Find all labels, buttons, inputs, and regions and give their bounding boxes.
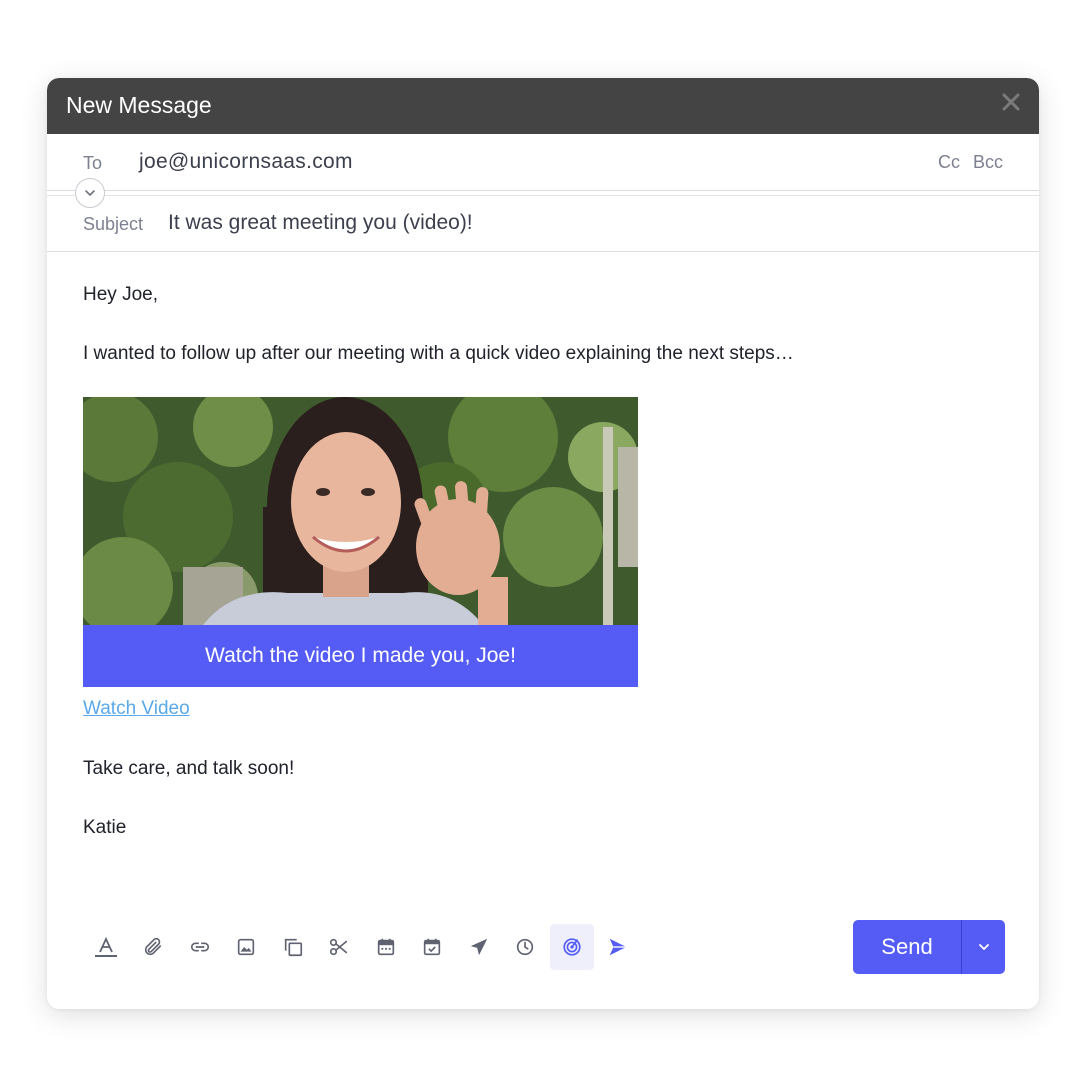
closing-text: Take care, and talk soon! — [83, 758, 295, 779]
subject-field[interactable]: It was great meeting you (video)! — [168, 211, 473, 235]
tracking-icon[interactable] — [550, 924, 594, 970]
send-options-chevron-icon[interactable] — [962, 920, 1005, 974]
brand-app-icon[interactable] — [596, 924, 640, 970]
to-field[interactable]: joe@unicornsaas.com — [139, 150, 353, 174]
cc-bcc: Cc Bcc — [930, 152, 1003, 173]
body-paragraph: I wanted to follow up after our meeting … — [83, 343, 794, 364]
image-icon[interactable] — [224, 924, 268, 970]
send-button[interactable]: Send — [853, 920, 961, 974]
close-icon[interactable] — [1001, 92, 1021, 112]
video-embed[interactable]: Watch the video I made you, Joe! — [83, 397, 638, 687]
watch-video-link[interactable]: Watch Video — [83, 698, 190, 720]
copy-icon[interactable] — [271, 924, 315, 970]
window-title: New Message — [66, 92, 212, 118]
text-format-icon[interactable] — [84, 924, 128, 970]
subject-row: Subject It was great meeting you (video)… — [47, 198, 1039, 252]
signature-text: Katie — [83, 817, 127, 838]
link-icon[interactable] — [178, 924, 222, 970]
clock-icon[interactable] — [503, 924, 547, 970]
compose-window: New Message To joe@unicornsaas.com Cc Bc… — [47, 78, 1039, 1009]
scissors-icon[interactable] — [317, 924, 361, 970]
to-label: To — [83, 153, 103, 173]
expand-chevron-icon[interactable] — [75, 178, 105, 208]
subject-label: Subject — [83, 214, 144, 234]
send-later-icon[interactable] — [457, 924, 501, 970]
send-button-group: Send — [853, 920, 1005, 974]
cc-button[interactable]: Cc — [938, 152, 960, 172]
title-bar: New Message — [47, 78, 1039, 134]
to-row: To joe@unicornsaas.com Cc Bcc — [47, 134, 1039, 196]
video-cta-button[interactable]: Watch the video I made you, Joe! — [83, 625, 638, 687]
calendar-check-icon[interactable] — [410, 924, 454, 970]
video-thumbnail[interactable] — [83, 397, 638, 625]
bcc-button[interactable]: Bcc — [973, 152, 1003, 172]
attachment-icon[interactable] — [131, 924, 175, 970]
greeting-text: Hey Joe, — [83, 284, 158, 305]
calendar-icon[interactable] — [364, 924, 408, 970]
